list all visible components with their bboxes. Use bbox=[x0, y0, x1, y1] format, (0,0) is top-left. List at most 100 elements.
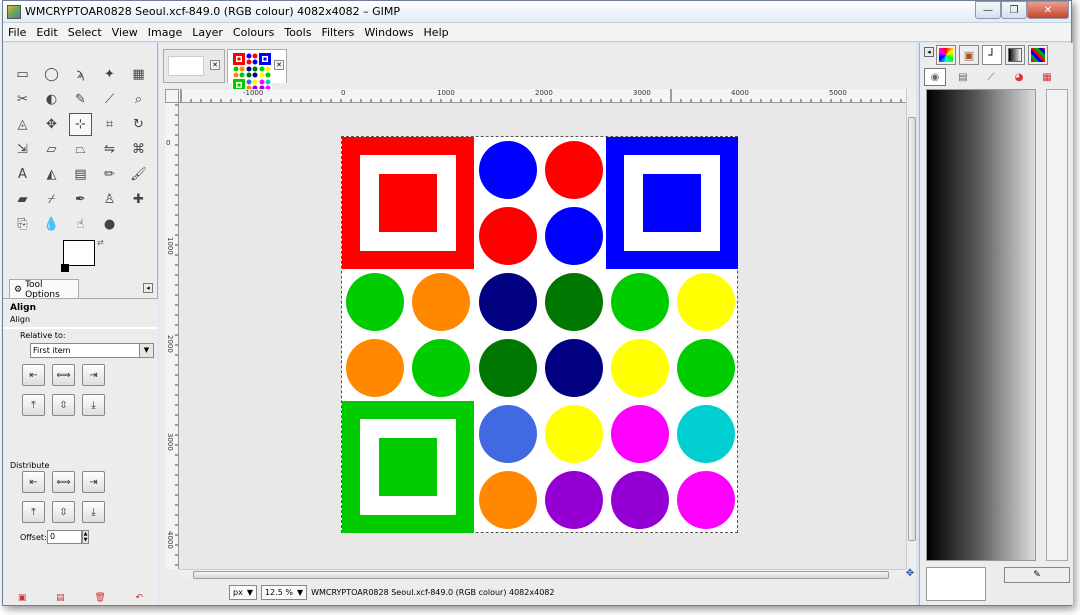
vertical-scroll-thumb[interactable] bbox=[908, 117, 916, 541]
tool-clone-button[interactable]: ♙ bbox=[98, 188, 121, 211]
horizontal-scroll-thumb[interactable] bbox=[193, 571, 889, 579]
tab-menu-icon[interactable]: ◂ bbox=[143, 283, 153, 293]
close-icon[interactable]: ✕ bbox=[274, 60, 284, 70]
tool-crop-button[interactable]: ⌗ bbox=[98, 113, 121, 136]
menu-layer[interactable]: Layer bbox=[187, 26, 228, 39]
tab-patterns[interactable] bbox=[1028, 45, 1048, 65]
align-bottom-edge-button[interactable]: ⤓ bbox=[82, 394, 105, 416]
tool-foreground-select-button[interactable]: ◐ bbox=[40, 88, 63, 111]
delete-options-icon[interactable]: 🗑 bbox=[94, 593, 105, 603]
tool-blur-button[interactable]: 💧 bbox=[40, 213, 63, 236]
menu-tools[interactable]: Tools bbox=[279, 26, 316, 39]
menu-edit[interactable]: Edit bbox=[31, 26, 62, 39]
distribute-bottom-button[interactable]: ⤓ bbox=[82, 501, 105, 523]
tool-align-button[interactable]: ⊹ bbox=[69, 113, 92, 136]
distribute-left-button[interactable]: ⇤ bbox=[22, 471, 45, 493]
tool-blend-button[interactable]: ▤ bbox=[69, 163, 92, 186]
gradient-preview[interactable] bbox=[926, 89, 1036, 561]
tool-shear-button[interactable]: ▱ bbox=[40, 138, 63, 161]
tool-scissors-button[interactable]: ✂ bbox=[11, 88, 34, 111]
tool-heal-button[interactable]: ✚ bbox=[127, 188, 150, 211]
menu-colours[interactable]: Colours bbox=[228, 26, 279, 39]
tool-free-select-button[interactable]: ϡ bbox=[69, 63, 92, 86]
align-center-button[interactable]: ⟺ bbox=[52, 364, 75, 386]
dock-menu-icon[interactable]: ◂ bbox=[924, 47, 934, 57]
tool-zoom-button[interactable]: ⌕ bbox=[127, 88, 150, 111]
tool-paths-button[interactable]: ✎ bbox=[69, 88, 92, 111]
image-tab-seoul[interactable]: ✕ bbox=[227, 49, 287, 92]
dock-preview-field[interactable] bbox=[926, 567, 986, 601]
relative-to-select[interactable]: First item ▼ bbox=[30, 343, 154, 358]
horizontal-ruler[interactable]: -1000 0 1000 2000 3000 4000 5000 bbox=[179, 89, 906, 103]
tool-perspective-button[interactable]: ⏢ bbox=[69, 138, 92, 161]
menu-image[interactable]: Image bbox=[143, 26, 187, 39]
tool-dodge-burn-button[interactable]: ● bbox=[98, 213, 121, 236]
dock-scrollbar[interactable] bbox=[1046, 89, 1068, 561]
vertical-ruler[interactable]: 0 1000 2000 3000 4000 bbox=[165, 103, 179, 569]
tool-flip-button[interactable]: ⇋ bbox=[98, 138, 121, 161]
foreground-color-swatch[interactable] bbox=[63, 240, 95, 266]
distribute-center-button[interactable]: ⟺ bbox=[52, 471, 75, 493]
tool-smudge-button[interactable]: ☝ bbox=[69, 213, 92, 236]
align-right-edge-button[interactable]: ⇥ bbox=[82, 364, 105, 386]
tool-airbrush-button[interactable]: ⌿ bbox=[40, 188, 63, 211]
tool-scale-button[interactable]: ⇲ bbox=[11, 138, 34, 161]
menu-select[interactable]: Select bbox=[63, 26, 107, 39]
tool-text-button[interactable]: A bbox=[11, 163, 34, 186]
tool-ellipse-select-button[interactable]: ◯ bbox=[40, 63, 63, 86]
image-canvas[interactable] bbox=[179, 103, 906, 569]
tool-fuzzy-select-button[interactable]: ✦ bbox=[98, 63, 121, 86]
tool-eraser-button[interactable]: ▰ bbox=[11, 188, 34, 211]
distribute-right-button[interactable]: ⇥ bbox=[82, 471, 105, 493]
tool-color-select-button[interactable]: ▦ bbox=[127, 63, 150, 86]
restore-options-icon[interactable]: ▤ bbox=[56, 593, 65, 603]
swap-colors-icon[interactable]: ⇄ bbox=[97, 238, 104, 247]
tab-fonts[interactable]: ▦ bbox=[1036, 68, 1058, 86]
tab-tool-options[interactable]: ⚙ Tool Options bbox=[9, 279, 79, 300]
tool-cage-button[interactable]: ⌘ bbox=[127, 138, 150, 161]
menu-windows[interactable]: Windows bbox=[359, 26, 418, 39]
image-tab-blank[interactable]: ✕ bbox=[163, 49, 225, 83]
tool-pencil-button[interactable]: ✏ bbox=[98, 163, 121, 186]
tab-colors[interactable]: ◕ bbox=[1008, 68, 1030, 86]
minimize-button[interactable]: — bbox=[975, 1, 1001, 19]
menu-file[interactable]: File bbox=[3, 26, 31, 39]
reset-options-icon[interactable]: ↶ bbox=[136, 593, 144, 603]
align-top-edge-button[interactable]: ⤒ bbox=[22, 394, 45, 416]
menu-help[interactable]: Help bbox=[419, 26, 454, 39]
tab-tool-presets[interactable]: ◉ bbox=[924, 68, 946, 86]
maximize-button[interactable]: ❐ bbox=[1001, 1, 1027, 19]
tool-measure-button[interactable]: ◬ bbox=[11, 113, 34, 136]
unit-select[interactable]: px ▼ bbox=[229, 584, 257, 600]
distribute-middle-button[interactable]: ⇳ bbox=[52, 501, 75, 523]
tool-bucket-fill-button[interactable]: ◭ bbox=[40, 163, 63, 186]
tool-ink-button[interactable]: ✒ bbox=[69, 188, 92, 211]
close-button[interactable]: ✕ bbox=[1027, 1, 1069, 19]
align-middle-button[interactable]: ⇳ bbox=[52, 394, 75, 416]
dock-action-button[interactable]: ✎ bbox=[1004, 567, 1070, 583]
tool-rect-select-button[interactable]: ▭ bbox=[11, 63, 34, 86]
navigate-icon[interactable]: ✥ bbox=[904, 567, 916, 579]
zoom-select[interactable]: 12.5 % ▼ bbox=[260, 584, 308, 600]
tab-device-status[interactable]: ▤ bbox=[952, 68, 974, 86]
menu-filters[interactable]: Filters bbox=[316, 26, 359, 39]
offset-stepper[interactable]: ▲ ▼ bbox=[82, 530, 89, 544]
close-icon[interactable]: ✕ bbox=[210, 60, 220, 70]
distribute-top-button[interactable]: ⤒ bbox=[22, 501, 45, 523]
tab-brushes[interactable]: ▣ bbox=[959, 45, 979, 65]
tab-paths[interactable]: ┘ bbox=[982, 45, 1002, 65]
menu-view[interactable]: View bbox=[107, 26, 143, 39]
tool-move-button[interactable]: ✥ bbox=[40, 113, 63, 136]
default-colors-icon[interactable] bbox=[61, 264, 69, 272]
tab-gradients[interactable] bbox=[1005, 45, 1025, 65]
ruler-corner[interactable] bbox=[165, 89, 179, 103]
offset-field[interactable]: 0 bbox=[47, 530, 82, 544]
tool-perspective-clone-button[interactable]: ⎘ bbox=[11, 213, 34, 236]
tab-brush-dynamics[interactable]: ⟋ bbox=[980, 68, 1002, 86]
horizontal-scrollbar[interactable] bbox=[179, 569, 906, 579]
align-left-edge-button[interactable]: ⇤ bbox=[22, 364, 45, 386]
tool-paintbrush-button[interactable]: 🖌 bbox=[127, 163, 150, 186]
vertical-scrollbar[interactable] bbox=[906, 89, 916, 569]
tab-palettes[interactable] bbox=[936, 45, 956, 65]
tool-color-picker-button[interactable]: ⟋ bbox=[98, 88, 121, 111]
